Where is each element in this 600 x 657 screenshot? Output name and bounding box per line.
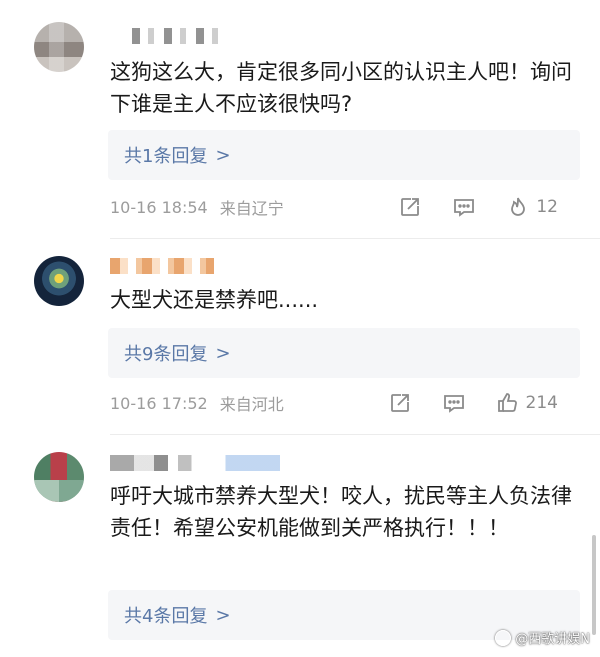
comment-button[interactable] (442, 391, 466, 415)
username-blurred[interactable] (110, 258, 214, 274)
username-blurred[interactable] (132, 28, 222, 44)
share-icon (390, 394, 409, 412)
comment-location: 来自河北 (219, 395, 284, 414)
comment-time: 10-16 18:54 (110, 197, 208, 217)
share-button[interactable] (398, 195, 422, 219)
username-blurred[interactable] (110, 455, 280, 471)
avatar[interactable] (34, 256, 84, 306)
comment-icon (454, 199, 475, 217)
share-icon (401, 198, 420, 216)
comment-location: 来自辽宁 (219, 199, 284, 218)
view-replies-button[interactable]: 共9条回复 > (108, 328, 580, 378)
watermark-text: @西歌讲娱N (515, 632, 590, 647)
scrollbar[interactable] (592, 535, 596, 635)
like-button[interactable]: 214 (496, 391, 558, 415)
fire-icon (511, 197, 526, 216)
like-count: 12 (536, 197, 558, 217)
avatar[interactable] (34, 22, 84, 72)
view-replies-button[interactable]: 共1条回复 > (108, 130, 580, 180)
watermark-logo-icon (495, 629, 512, 646)
comment-text: 呼吁大城市禁养大型犬！咬人，扰民等主人负法律责任！希望公安机能做到关严格执行！！… (110, 484, 572, 540)
avatar[interactable] (34, 452, 84, 502)
like-count: 214 (525, 393, 558, 413)
share-button[interactable] (388, 391, 412, 415)
chevron-right-icon: > (215, 144, 231, 166)
divider (110, 434, 600, 435)
replies-label: 共1条回复 (124, 146, 208, 167)
comment-meta: 10-16 18:54 来自辽宁 12 (110, 192, 580, 222)
comment-text: 这狗这么大，肯定很多同小区的认识主人吧！询问下谁是主人不应该很快吗? (110, 60, 572, 116)
replies-label: 共4条回复 (124, 606, 208, 627)
chevron-right-icon: > (215, 604, 231, 626)
comment-meta: 10-16 17:52 来自河北 214 (110, 388, 580, 418)
comment-icon (443, 395, 464, 413)
comment-time: 10-16 17:52 (110, 393, 208, 413)
divider (110, 238, 600, 239)
comment-button[interactable] (452, 195, 476, 219)
like-button[interactable]: 12 (506, 195, 558, 219)
comment-actions: 214 (358, 391, 558, 415)
watermark: @西歌讲娱N (495, 628, 590, 647)
comment-actions: 12 (368, 195, 558, 219)
thumbs-up-icon (497, 393, 517, 412)
chevron-right-icon: > (215, 342, 231, 364)
comment-text: 大型犬还是禁养吧...... (110, 288, 319, 312)
replies-label: 共9条回复 (124, 344, 208, 365)
